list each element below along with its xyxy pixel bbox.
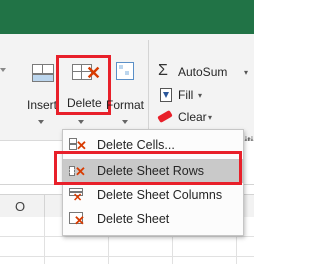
- insert-button[interactable]: Insert: [24, 62, 60, 136]
- format-caret: [122, 120, 128, 124]
- insert-caret: [38, 120, 44, 124]
- clear-caret: ▾: [208, 113, 213, 122]
- title-bar: [0, 0, 254, 34]
- menu-item-label: Delete Sheet Columns: [97, 188, 223, 202]
- autosum-button[interactable]: Σ AutoSum ▾: [156, 62, 252, 82]
- sigma-icon: Σ: [158, 62, 168, 79]
- fill-button[interactable]: Fill ▾: [156, 87, 216, 105]
- fill-label: Fill: [178, 88, 194, 102]
- delete-sheet-rows-highlight: [54, 151, 242, 185]
- format-label: Format: [106, 98, 145, 112]
- clear-button[interactable]: Clear ▾: [156, 109, 218, 127]
- format-button[interactable]: Format: [106, 62, 145, 136]
- delete-caret: [78, 120, 84, 124]
- format-cells-icon: [114, 62, 136, 86]
- insert-label: Insert: [27, 98, 58, 112]
- insert-cells-icon: [30, 62, 54, 86]
- column-header-o[interactable]: O: [12, 199, 28, 214]
- ribbon-group-divider: [148, 40, 149, 134]
- delete-button-highlight: [56, 55, 111, 115]
- menu-item-label: Delete Cells...: [97, 138, 175, 152]
- eraser-icon: [157, 109, 173, 124]
- fill-caret: ▾: [198, 91, 203, 100]
- clear-label: Clear: [178, 110, 207, 124]
- autosum-caret: ▾: [244, 68, 249, 77]
- delete-cells-icon: ✕: [69, 138, 87, 152]
- column-separator: [44, 195, 45, 217]
- autosum-label: AutoSum: [178, 65, 228, 79]
- delete-columns-icon: ✕: [69, 188, 85, 204]
- menu-item-delete-sheet-columns[interactable]: ✕ Delete Sheet Columns: [63, 183, 243, 207]
- menu-item-label: Delete Sheet: [97, 212, 170, 226]
- delete-sheet-icon: ✕: [69, 212, 85, 227]
- fill-down-icon: [160, 88, 172, 102]
- ribbon-scroll-caret: [0, 68, 6, 72]
- menu-item-delete-sheet[interactable]: ✕ Delete Sheet: [63, 207, 243, 231]
